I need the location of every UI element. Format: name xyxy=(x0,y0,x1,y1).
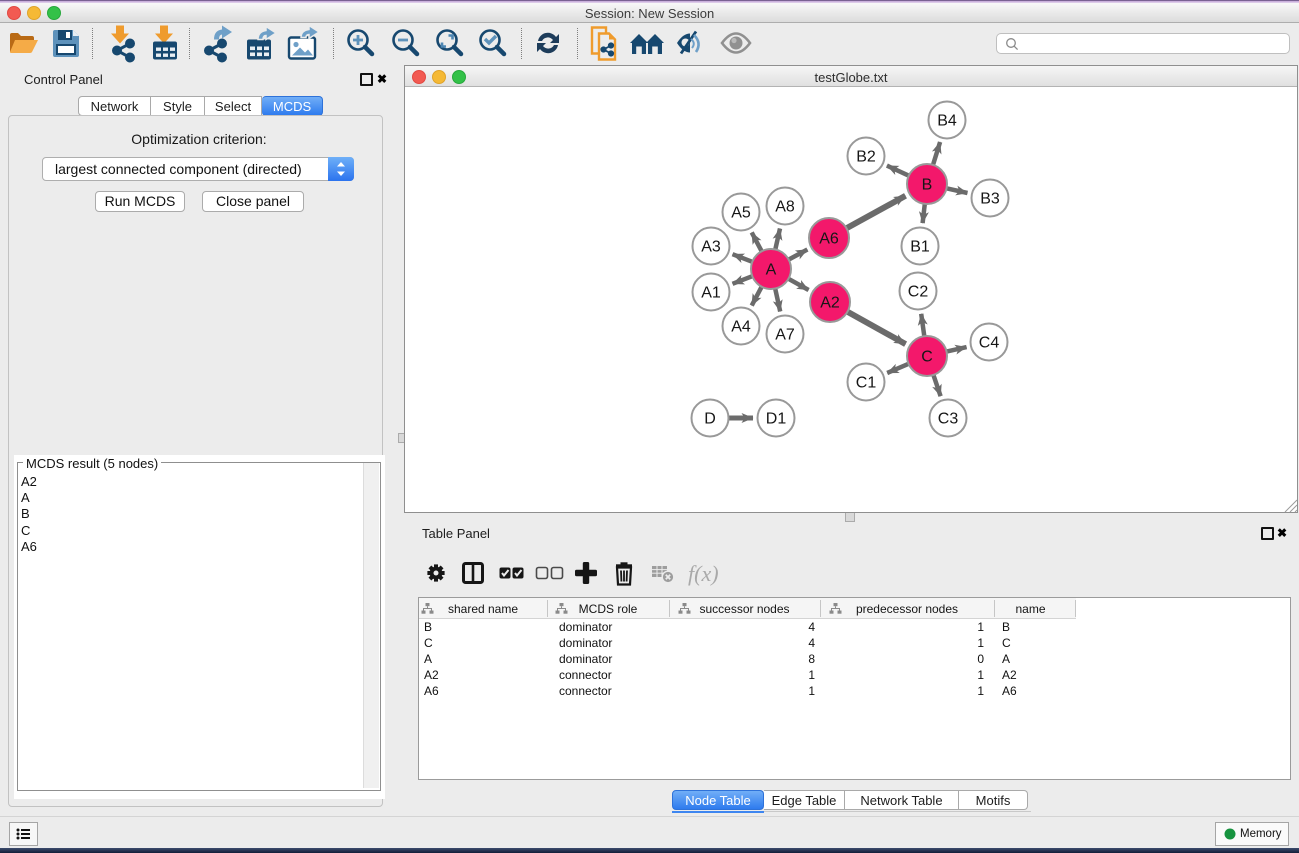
svg-text:A2: A2 xyxy=(820,295,840,312)
svg-text:A5: A5 xyxy=(731,205,751,222)
svg-text:B: B xyxy=(922,177,933,194)
svg-text:f(x): f(x) xyxy=(688,561,719,586)
svg-text:A1: A1 xyxy=(701,285,721,302)
svg-text:A3: A3 xyxy=(701,239,721,256)
svg-text:D1: D1 xyxy=(766,411,787,428)
svg-text:C3: C3 xyxy=(938,411,959,428)
svg-text:B2: B2 xyxy=(856,149,876,166)
svg-text:A8: A8 xyxy=(775,199,795,216)
svg-text:B1: B1 xyxy=(910,239,930,256)
svg-text:C: C xyxy=(921,349,933,366)
svg-text:A: A xyxy=(766,262,777,279)
svg-text:A6: A6 xyxy=(819,231,839,248)
svg-text:A7: A7 xyxy=(775,327,795,344)
svg-text:D: D xyxy=(704,411,716,428)
svg-text:A4: A4 xyxy=(731,319,751,336)
svg-text:B3: B3 xyxy=(980,191,1000,208)
svg-text:B4: B4 xyxy=(937,113,957,130)
svg-text:C1: C1 xyxy=(856,375,877,392)
svg-text:C4: C4 xyxy=(979,335,1000,352)
svg-text:C2: C2 xyxy=(908,284,929,301)
